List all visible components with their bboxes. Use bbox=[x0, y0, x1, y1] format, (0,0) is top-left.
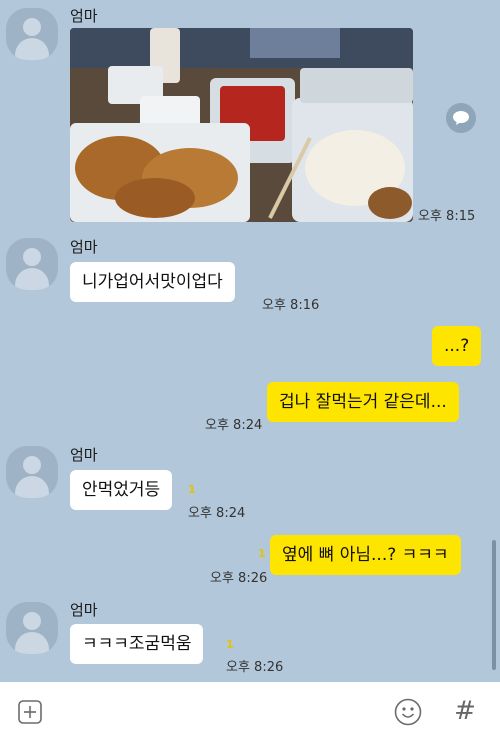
message-time: 오후 8:26 bbox=[226, 660, 284, 675]
sender-name: 엄마 bbox=[70, 601, 98, 619]
sender-name: 엄마 bbox=[70, 238, 98, 256]
message-time: 오후 8:24 bbox=[188, 506, 246, 521]
food-photo bbox=[70, 28, 413, 222]
message-time: 오후 8:15 bbox=[418, 209, 476, 224]
speech-bubble-icon bbox=[453, 111, 469, 125]
avatar-head bbox=[23, 612, 41, 630]
unread-count: 1 bbox=[188, 483, 196, 496]
message-time: 오후 8:24 bbox=[205, 418, 263, 433]
message-bubble[interactable]: 니가업어서맛이업다 bbox=[70, 262, 235, 302]
message-bubble[interactable]: ㅋㅋㅋ조굼먹움 bbox=[70, 624, 204, 664]
message-input-bar[interactable]: # bbox=[0, 682, 500, 742]
share-button[interactable] bbox=[446, 103, 476, 133]
avatar[interactable] bbox=[6, 602, 58, 654]
unread-count: 1 bbox=[258, 547, 266, 560]
unread-count: 1 bbox=[226, 638, 234, 651]
message-bubble[interactable]: 안먹었거등 bbox=[70, 470, 173, 510]
sender-name: 엄마 bbox=[70, 7, 98, 25]
photo-shirt bbox=[250, 28, 340, 58]
message-bubble[interactable]: ...? bbox=[432, 326, 482, 366]
avatar-head bbox=[23, 18, 41, 36]
hash-icon[interactable]: # bbox=[452, 694, 478, 728]
avatar-body bbox=[15, 268, 49, 290]
message-time: 오후 8:16 bbox=[262, 298, 320, 313]
photo-chicken-3 bbox=[115, 178, 195, 218]
avatar[interactable] bbox=[6, 8, 58, 60]
plus-icon[interactable] bbox=[18, 700, 42, 724]
scrollbar[interactable] bbox=[492, 540, 496, 670]
avatar[interactable] bbox=[6, 238, 58, 290]
avatar-head bbox=[23, 248, 41, 266]
sender-name: 엄마 bbox=[70, 446, 98, 464]
chat-area: 엄마 오후 8:15 엄마 니가업어서맛이업다 오후 8:16 ...? 오후 … bbox=[0, 0, 500, 682]
message-bubble[interactable]: 겁나 잘먹는거 같은데... bbox=[267, 382, 459, 422]
avatar-body bbox=[15, 38, 49, 60]
emoji-icon[interactable] bbox=[394, 698, 422, 726]
avatar-head bbox=[23, 456, 41, 474]
message-bubble[interactable]: 옆에 뼈 아님...? ㅋㅋㅋ bbox=[270, 535, 461, 575]
avatar[interactable] bbox=[6, 446, 58, 498]
message-time: 오후 8:26 bbox=[210, 571, 268, 586]
photo-chicken-4 bbox=[368, 187, 412, 219]
photo-lid bbox=[300, 68, 413, 103]
avatar-body bbox=[15, 632, 49, 654]
photo-cloth bbox=[70, 28, 413, 68]
avatar-body bbox=[15, 476, 49, 498]
photo-message[interactable] bbox=[70, 28, 413, 222]
